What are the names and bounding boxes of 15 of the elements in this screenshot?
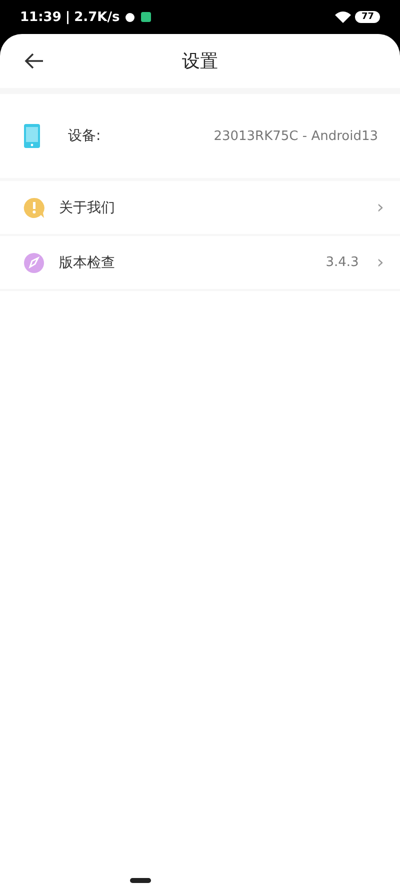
- version-value: 3.4.3: [326, 255, 359, 270]
- app-icon: [140, 11, 152, 23]
- wifi-icon: [335, 11, 352, 23]
- home-indicator: [130, 878, 151, 883]
- device-value: 23013RK75C - Android13: [214, 128, 378, 144]
- phone-icon: [24, 124, 40, 148]
- status-separator: |: [65, 10, 70, 24]
- network-speed: 2.7K/s: [74, 10, 120, 24]
- info-bubble-icon: [23, 196, 45, 218]
- device-label: 设备:: [68, 127, 101, 145]
- battery-level: 77: [355, 11, 380, 23]
- chevron-icon: ›: [376, 197, 384, 218]
- page-title: 设置: [182, 50, 218, 73]
- status-time: 11:39: [20, 10, 62, 24]
- chevron-icon: ›: [376, 252, 384, 273]
